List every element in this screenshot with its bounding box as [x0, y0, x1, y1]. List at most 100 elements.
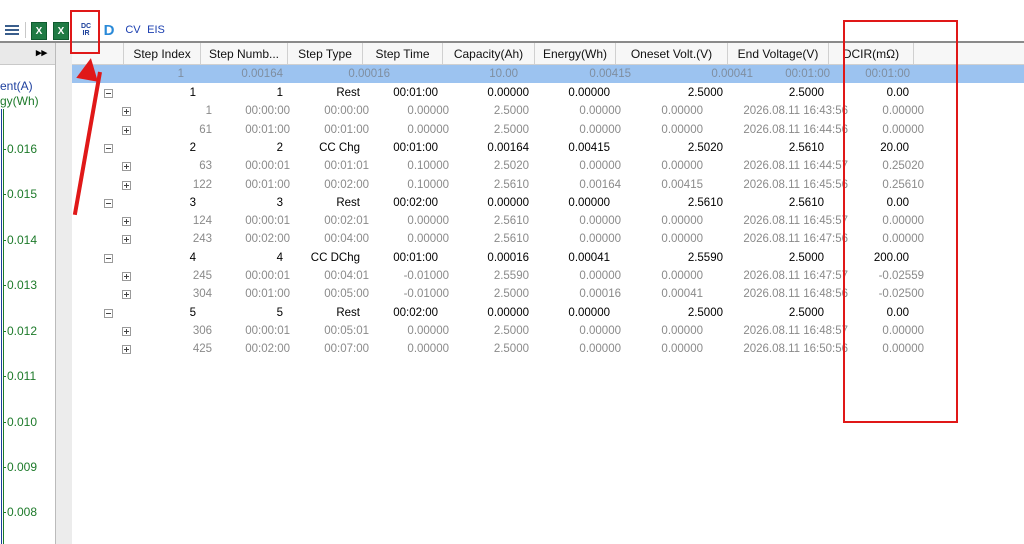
header-step-type[interactable]: Step Type [288, 43, 363, 64]
grid-cell: 00:02:00 [324, 178, 369, 191]
summary-cell: 0.00164 [241, 68, 283, 80]
grid-cell: 00:02:01 [324, 215, 369, 228]
grid-cell: 0.00000 [407, 343, 449, 356]
splitter[interactable] [56, 43, 72, 544]
header-step-time[interactable]: Step Time [363, 43, 443, 64]
collapse-toggle-icon[interactable] [104, 198, 113, 208]
grid-cell: 0.00000 [407, 215, 449, 228]
grid-cell: 0.00164 [579, 178, 621, 191]
grid-cell: Rest [336, 306, 360, 319]
grid-cell: 5 [276, 306, 283, 319]
chart-panel: ▸▸ ent(A) gy(Wh) 0.016 0.015 0.014 0.013… [0, 43, 56, 544]
excel-export-icon[interactable]: X [31, 22, 47, 40]
grid-cell: 3 [189, 196, 196, 209]
grid-cell: 2.5000 [788, 87, 824, 99]
grid-cell: 124 [192, 215, 212, 228]
cv-button[interactable]: CV [124, 22, 142, 38]
y-axis-current [1, 109, 2, 544]
grid-cell: 2.5000 [493, 288, 529, 301]
grid-cell: 0.00000 [487, 196, 529, 209]
grid-cell: 0.00164 [487, 141, 529, 154]
grid-cell: 2.5000 [493, 123, 529, 136]
grid-cell: 2.5000 [493, 105, 529, 118]
collapse-toggle-icon[interactable] [104, 253, 113, 263]
d-button[interactable]: D [102, 22, 116, 39]
legend-energy: gy(Wh) [0, 94, 39, 108]
header-step-index[interactable]: Step Index [124, 43, 201, 64]
grid-cell: 2.5000 [687, 306, 723, 319]
grid-cell: 425 [192, 343, 212, 356]
y-tick-label: 0.016 [2, 142, 38, 156]
grid-cell: 0.00000 [579, 215, 621, 228]
grid-cell: 00:00:01 [245, 160, 290, 173]
grid-cell: 00:01:00 [393, 141, 438, 154]
grid-cell: 0.00000 [579, 233, 621, 246]
grid-cell: 2.5590 [687, 251, 723, 264]
collapse-toggle-icon[interactable] [104, 143, 113, 153]
grid-cell: 0.00000 [568, 196, 610, 209]
grid-cell: 00:01:00 [324, 123, 369, 136]
grid-cell: 00:02:00 [245, 233, 290, 246]
summary-cell: 0.00041 [711, 68, 753, 80]
grid-cell: -0.01000 [403, 270, 449, 282]
header-onset-voltage[interactable]: Oneset Volt.(V) [616, 43, 728, 64]
y-tick-label: 0.009 [2, 460, 38, 474]
grid-cell: 0.00000 [661, 160, 703, 173]
grid-cell: 0.00000 [568, 306, 610, 319]
collapse-toggle-icon[interactable] [104, 89, 113, 98]
highlight-box-dcir-button [70, 10, 100, 54]
list-view-icon[interactable] [4, 22, 20, 38]
grid-cell: 0.00000 [407, 324, 449, 337]
grid-cell: 00:05:00 [324, 288, 369, 301]
grid-cell: 0.00000 [579, 123, 621, 136]
grid-cell: 0.00041 [568, 251, 610, 264]
header-step-number[interactable]: Step Numb... [201, 43, 288, 64]
grid-cell: 2.5000 [493, 343, 529, 356]
y-tick-label: 0.012 [2, 324, 38, 338]
grid-cell: 00:02:00 [393, 196, 438, 209]
header-end-voltage[interactable]: End Voltage(V) [728, 43, 829, 64]
eis-button[interactable]: EIS [147, 22, 165, 38]
grid-cell: 0.00000 [487, 87, 529, 99]
grid-cell: 2.5020 [687, 141, 723, 154]
grid-cell: 0.00000 [487, 306, 529, 319]
grid-cell: 00:04:00 [324, 233, 369, 246]
grid-cell: 4 [276, 251, 283, 264]
grid-cell: 0.00415 [568, 141, 610, 154]
y-axis-energy [3, 109, 4, 544]
grid-cell: 0.00000 [661, 324, 703, 337]
grid-cell: 1 [189, 87, 196, 99]
summary-cell: 0.00016 [348, 68, 390, 80]
grid-cell: 2.5020 [493, 160, 529, 173]
collapse-toggle-icon[interactable] [104, 308, 113, 318]
grid-cell: Rest [336, 196, 360, 209]
grid-cell: 0.00000 [661, 270, 703, 282]
y-tick-label: 0.008 [2, 505, 38, 519]
grid-cell: 0.00000 [579, 343, 621, 356]
grid-cell: 2.5610 [788, 196, 824, 209]
collapse-panel-icon[interactable]: ▸▸ [36, 46, 47, 59]
grid-cell: 0.00016 [487, 251, 529, 264]
header-capacity[interactable]: Capacity(Ah) [443, 43, 535, 64]
grid-cell: 243 [192, 233, 212, 246]
grid-cell: 2.5610 [493, 178, 529, 191]
grid-cell: 2.5000 [788, 251, 824, 264]
toolbar-separator [25, 22, 26, 38]
grid-cell: 0.00000 [579, 160, 621, 173]
grid-cell: 0.00041 [661, 288, 703, 301]
grid-cell: 2.5610 [493, 215, 529, 228]
grid-cell: 00:01:01 [324, 160, 369, 173]
grid-cell: 1 [276, 87, 283, 99]
y-tick-label: 0.013 [2, 278, 38, 292]
grid-cell: 306 [192, 324, 212, 337]
summary-cell: 10.00 [489, 68, 518, 80]
legend-current: ent(A) [0, 79, 33, 93]
grid-cell: 0.00000 [407, 233, 449, 246]
grid-cell: 0.00000 [579, 324, 621, 337]
excel-export-all-icon[interactable]: X [53, 22, 69, 40]
grid-cell: 00:02:00 [393, 306, 438, 319]
grid-cell: 2 [276, 141, 283, 154]
grid-cell: 00:01:00 [245, 288, 290, 301]
grid-cell: 0.00000 [568, 87, 610, 99]
header-energy[interactable]: Energy(Wh) [535, 43, 616, 64]
